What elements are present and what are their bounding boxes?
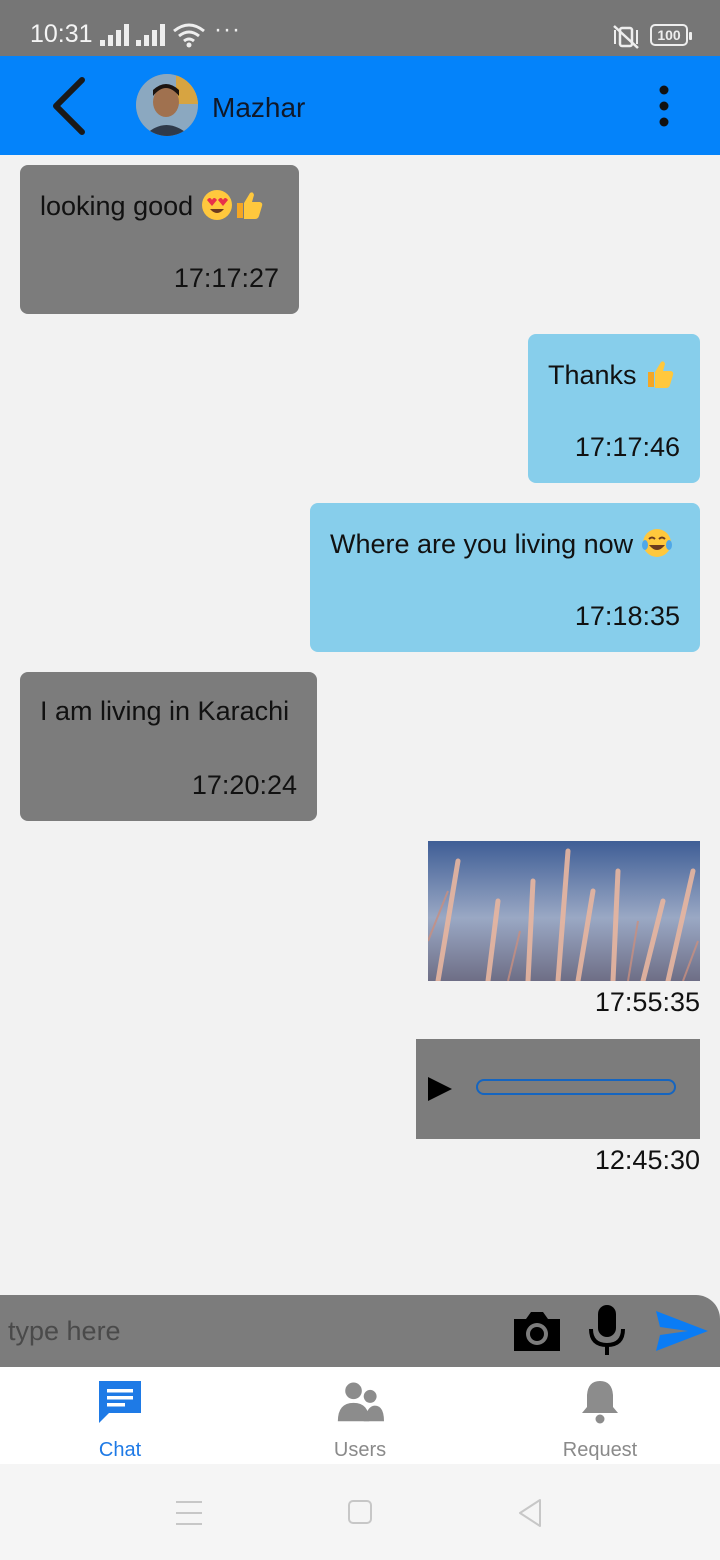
message-input[interactable] xyxy=(0,1295,500,1367)
message-text: I am living in Karachi xyxy=(40,696,290,726)
message-bubble-incoming[interactable]: looking good 17:17:27 xyxy=(20,165,299,314)
status-more-dots: ··· xyxy=(214,16,241,43)
mute-vibrate-icon xyxy=(613,25,639,49)
home-nav-icon[interactable] xyxy=(340,1496,380,1530)
contact-name[interactable]: Mazhar xyxy=(212,92,305,124)
back-button[interactable] xyxy=(40,74,100,138)
avatar-photo xyxy=(136,74,198,136)
message-bubble-outgoing[interactable]: Thanks 17:17:46 xyxy=(528,334,700,483)
thumbs-up-emoji-icon xyxy=(648,361,674,388)
wifi-icon xyxy=(173,23,205,48)
bell-icon xyxy=(582,1381,618,1424)
battery-icon: 100 xyxy=(650,24,692,46)
message-text: Where are you living now xyxy=(330,527,673,560)
chat-header: Mazhar xyxy=(0,56,720,155)
camera-icon[interactable] xyxy=(510,1307,564,1355)
send-icon[interactable] xyxy=(652,1307,712,1355)
microphone-icon[interactable] xyxy=(586,1303,628,1359)
tab-request[interactable]: Request xyxy=(480,1367,720,1464)
message-composer xyxy=(0,1295,720,1367)
status-time: 10:31 xyxy=(30,20,93,48)
signal-icon-2 xyxy=(136,24,165,46)
message-bubble-outgoing[interactable]: Where are you living now 17:18:35 xyxy=(310,503,700,652)
status-bar: 10:31 ··· 100 xyxy=(0,0,720,56)
audio-message-time: 12:45:30 xyxy=(594,1145,700,1175)
heart-eyes-emoji-icon xyxy=(201,190,232,220)
tab-label: Chat xyxy=(98,1439,142,1461)
tab-label: Request xyxy=(562,1439,638,1461)
users-icon xyxy=(337,1382,384,1422)
tab-chat[interactable]: Chat xyxy=(0,1367,240,1464)
chat-icon xyxy=(99,1381,141,1423)
wheat-grass-photo xyxy=(428,841,700,981)
tears-of-joy-emoji-icon xyxy=(641,529,672,557)
menu-nav-icon[interactable] xyxy=(170,1496,210,1530)
system-navigation-bar xyxy=(0,1464,720,1560)
image-message-time: 17:55:35 xyxy=(594,987,700,1017)
message-time: 17:18:35 xyxy=(574,601,680,631)
back-nav-icon[interactable] xyxy=(510,1496,550,1530)
tab-users[interactable]: Users xyxy=(240,1367,480,1464)
message-time: 17:20:24 xyxy=(191,770,297,800)
bottom-tab-bar: Chat Users Request xyxy=(0,1367,720,1464)
message-text: looking good xyxy=(40,189,265,222)
image-message[interactable] xyxy=(428,841,700,981)
audio-progress-track[interactable] xyxy=(476,1079,676,1095)
message-list[interactable]: looking good 17:17:27 Thanks 17:17:46 Wh… xyxy=(0,155,720,1295)
message-time: 17:17:46 xyxy=(574,432,680,462)
message-text: Thanks xyxy=(548,358,676,391)
tab-label: Users xyxy=(333,1439,387,1461)
more-options-icon[interactable] xyxy=(644,82,684,130)
audio-message[interactable] xyxy=(416,1039,700,1139)
avatar[interactable] xyxy=(136,74,198,136)
play-icon[interactable] xyxy=(426,1075,454,1103)
message-bubble-incoming[interactable]: I am living in Karachi 17:20:24 xyxy=(20,672,317,821)
thumbs-up-emoji-icon xyxy=(236,192,262,219)
signal-icon xyxy=(100,24,129,46)
message-time: 17:17:27 xyxy=(173,263,279,293)
